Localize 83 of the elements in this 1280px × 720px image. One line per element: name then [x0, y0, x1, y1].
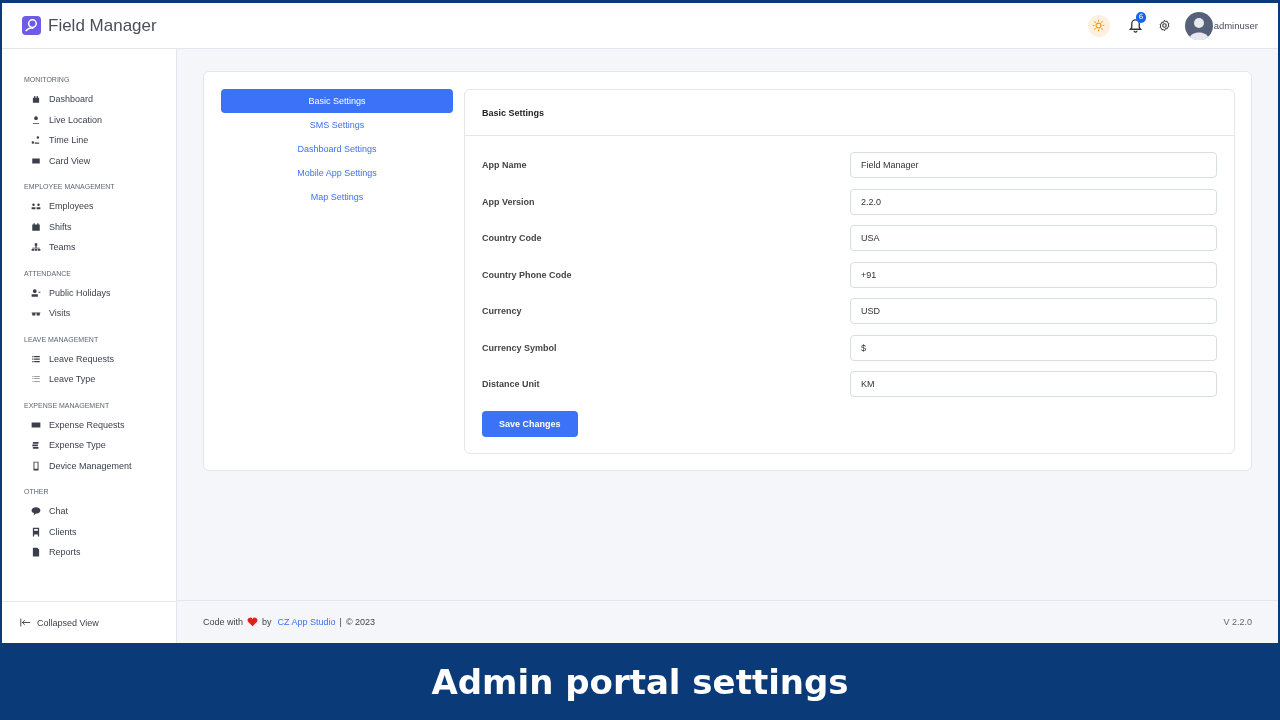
- settings-icon[interactable]: [1157, 19, 1171, 32]
- version-text: V 2.2.0: [1223, 617, 1252, 627]
- input-field[interactable]: $: [850, 334, 1217, 361]
- sidebar-item[interactable]: Reports: [24, 542, 176, 563]
- sidebar-item[interactable]: Expense Type: [24, 435, 176, 456]
- studio-link[interactable]: CZ App Studio: [277, 617, 336, 627]
- sidebar-item-label: Chat: [49, 506, 68, 517]
- field-label: App Name: [482, 160, 527, 170]
- field-label: Currency: [482, 306, 522, 316]
- sidebar-item[interactable]: Dashboard: [24, 89, 176, 110]
- calendar-icon: [31, 94, 41, 105]
- sidebar-item[interactable]: Device Management: [24, 455, 176, 476]
- people-icon: [31, 201, 41, 212]
- sidebar-item-label: Teams: [49, 242, 76, 253]
- field-label: Distance Unit: [482, 379, 540, 389]
- sidebar-item-label: Expense Type: [49, 440, 106, 451]
- sidebar-item[interactable]: Time Line: [24, 130, 176, 151]
- sidebar-item[interactable]: Visits: [24, 303, 176, 324]
- sidebar-item-label: Shifts: [49, 221, 72, 232]
- caption-text: Admin portal settings: [431, 661, 849, 702]
- sidebar-item-label: Live Location: [49, 114, 103, 125]
- theme-toggle-button[interactable]: [1087, 14, 1110, 37]
- sidebar-item-label: Expense Requests: [49, 419, 125, 430]
- sidebar-item-label: Reports: [49, 547, 81, 558]
- save-button[interactable]: Save Changes: [482, 410, 578, 437]
- field-label: App Version: [482, 196, 535, 207]
- field-label: Country Code: [482, 233, 542, 243]
- sidebar-item-label: Leave Requests: [49, 353, 115, 364]
- settings-tab[interactable]: Basic Settings: [221, 89, 453, 113]
- sidebar-item-label: Leave Type: [49, 374, 96, 385]
- field-label: Currency Symbol: [482, 342, 557, 353]
- settings-tab[interactable]: Dashboard Settings: [221, 137, 453, 161]
- collapse-label: Collapsed View: [37, 617, 99, 628]
- settings-tab[interactable]: SMS Settings: [221, 113, 453, 137]
- sidebar-item-label: Time Line: [49, 135, 89, 146]
- input-field[interactable]: USD: [850, 298, 1217, 324]
- sun-icon: [1092, 19, 1106, 32]
- settings-tab[interactable]: Map Settings: [221, 185, 453, 209]
- sidebar-item[interactable]: Clients: [24, 521, 176, 542]
- input-field[interactable]: KM: [850, 371, 1217, 397]
- document-icon: [31, 547, 41, 558]
- sidebar-item-label: Card View: [49, 155, 91, 166]
- person-add-icon: [31, 287, 41, 298]
- sidebar-item-label: Employees: [49, 201, 94, 212]
- avatar-icon[interactable]: [1184, 11, 1213, 40]
- sidebar-item[interactable]: Shifts: [24, 216, 176, 237]
- sidebar-item[interactable]: Leave Type: [24, 369, 176, 390]
- footer-text: Code with: [203, 617, 244, 627]
- sidebar-item-label: Visits: [49, 308, 71, 319]
- sidebar-item[interactable]: Employees: [24, 196, 176, 217]
- input-field[interactable]: USA: [850, 225, 1217, 251]
- copyright-text: © 2023: [345, 617, 376, 627]
- sidebar-item[interactable]: Public Holidays: [24, 282, 176, 303]
- calendar-icon: [31, 221, 41, 232]
- logo-icon: [22, 16, 41, 35]
- sidebar-item[interactable]: Expense Requests: [24, 414, 176, 435]
- sidebar-item[interactable]: Card View: [24, 150, 176, 171]
- list-icon: [31, 374, 41, 385]
- sidebar-item-label: Clients: [49, 526, 77, 537]
- input-field[interactable]: Field Manager: [850, 152, 1217, 178]
- app-name: Field Manager: [48, 15, 157, 36]
- phone-icon: [31, 460, 41, 471]
- sidebar-item-label: Public Holidays: [49, 287, 111, 298]
- footer-text: by: [262, 617, 272, 627]
- notification-bell-icon[interactable]: [1127, 17, 1143, 33]
- hierarchy-icon: [31, 242, 41, 253]
- sidebar-item[interactable]: Leave Requests: [24, 348, 176, 369]
- sidebar-item[interactable]: Live Location: [24, 109, 176, 130]
- sidebar-item-label: Dashboard: [49, 94, 94, 105]
- collapse-arrow-icon: [20, 618, 31, 627]
- input-field[interactable]: 2.2.0: [850, 188, 1217, 215]
- field-label: Country Phone Code: [482, 269, 572, 280]
- sidebar-item[interactable]: Chat: [24, 501, 176, 522]
- sidebar-item-label: Device Management: [49, 460, 132, 471]
- chat-icon: [31, 506, 41, 517]
- heart-icon: [247, 617, 259, 627]
- list-icon: [31, 353, 41, 364]
- input-field[interactable]: +91: [850, 261, 1217, 288]
- footer-separator: |: [339, 617, 342, 627]
- panel-title: Basic Settings: [465, 90, 1234, 136]
- username[interactable]: adminuser: [1213, 20, 1258, 31]
- settings-tab[interactable]: Mobile App Settings: [221, 161, 453, 185]
- sidebar-item[interactable]: Teams: [24, 237, 176, 258]
